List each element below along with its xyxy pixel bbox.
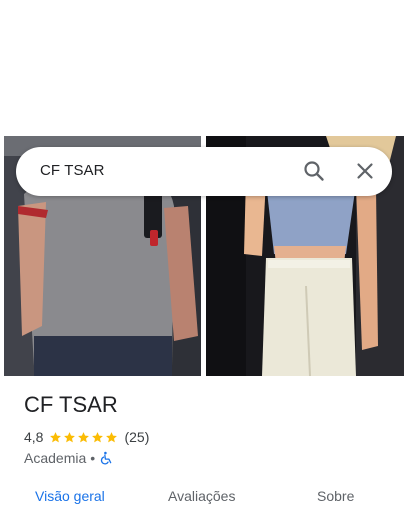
star-icon bbox=[78, 431, 90, 442]
search-bar[interactable]: CF TSAR bbox=[16, 147, 392, 196]
close-icon bbox=[357, 163, 373, 179]
star-icon bbox=[50, 431, 62, 442]
place-tabs: Visão geral Avaliações Sobre bbox=[0, 474, 408, 512]
search-icon bbox=[304, 161, 324, 181]
star-icon bbox=[106, 431, 118, 442]
wheelchair-accessible-icon bbox=[101, 451, 112, 465]
place-category: Academia bbox=[24, 450, 87, 466]
map-blank-area bbox=[0, 0, 408, 136]
tab-overview[interactable]: Visão geral bbox=[35, 488, 105, 504]
tab-reviews[interactable]: Avaliações bbox=[168, 488, 235, 504]
rating-stars bbox=[49, 431, 119, 444]
search-button[interactable] bbox=[302, 159, 326, 183]
star-icon bbox=[64, 431, 76, 442]
rating-row[interactable]: 4,8 (25) bbox=[24, 428, 149, 446]
star-icon bbox=[92, 431, 104, 442]
separator-dot: • bbox=[90, 450, 96, 466]
search-input[interactable]: CF TSAR bbox=[40, 162, 105, 179]
close-button[interactable] bbox=[353, 159, 377, 183]
rating-value: 4,8 bbox=[24, 429, 44, 445]
tab-about[interactable]: Sobre bbox=[317, 488, 354, 504]
place-title: CF TSAR bbox=[24, 392, 118, 417]
review-count: (25) bbox=[124, 429, 150, 445]
category-row: Academia • bbox=[24, 449, 113, 467]
